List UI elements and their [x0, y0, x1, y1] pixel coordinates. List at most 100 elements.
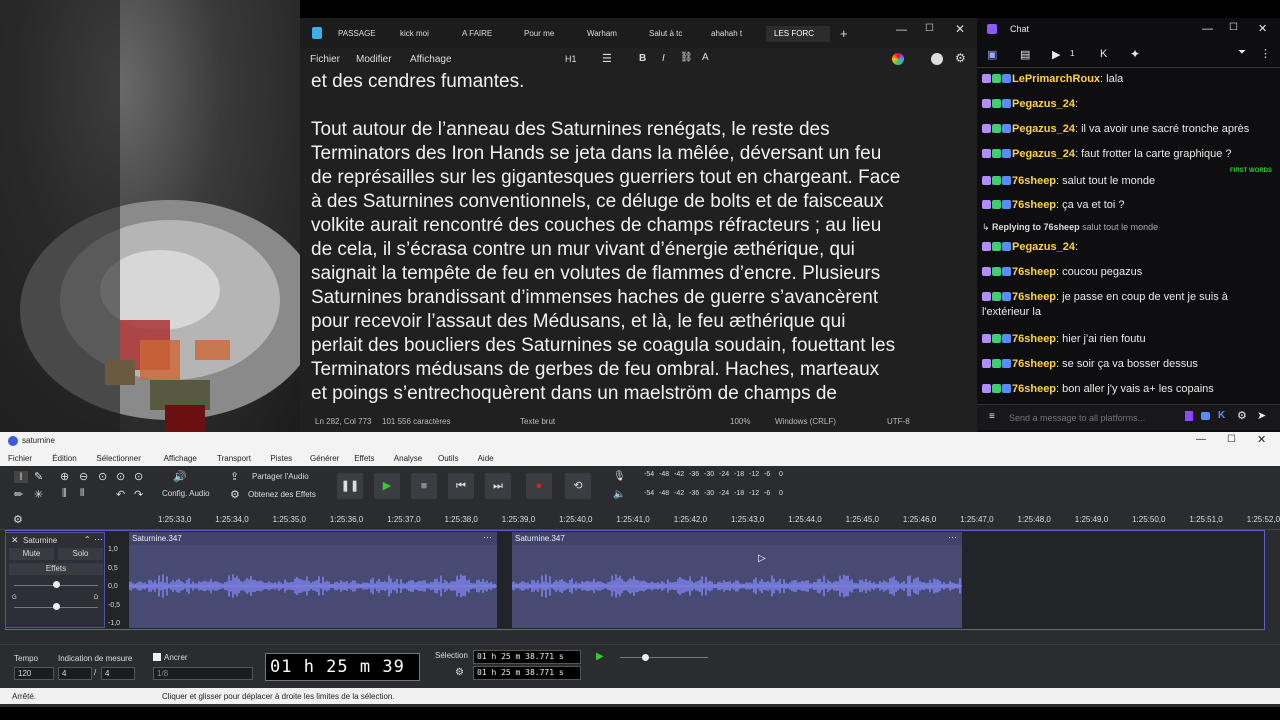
kick-platform-icon[interactable]: K	[1218, 410, 1225, 421]
share-icon[interactable]: ⇪	[230, 470, 239, 483]
skip-start-button[interactable]: ⏮	[448, 473, 474, 499]
menu-affichage[interactable]: Affichage	[410, 54, 452, 65]
timeline-ruler[interactable]: ⚙ 1:25:33,0 1:25:34,0 1:25:35,0 1:25:36,0 1:…	[0, 510, 1280, 530]
menu-item[interactable]: Affichage	[164, 454, 197, 463]
youtube-icon[interactable]	[1201, 412, 1210, 420]
settings-icon[interactable]: ⚙	[1237, 409, 1247, 422]
sparkle-icon[interactable]: ✦	[1130, 47, 1140, 61]
more-icon[interactable]: ⋮	[1260, 47, 1271, 60]
chat-bubble-icon[interactable]: ▣	[987, 48, 997, 61]
loop-button[interactable]: ⟲	[565, 473, 591, 499]
maximize-icon[interactable]: ☐	[925, 23, 934, 34]
selection-start[interactable]: 01 h 25 m 38.771 s	[473, 650, 581, 664]
menu-item[interactable]: Pistes	[270, 454, 292, 463]
zoom-toggle-icon[interactable]: ⊙	[134, 470, 143, 483]
close-icon[interactable]: ✕	[1258, 22, 1267, 35]
get-effects-button[interactable]: Obtenez des Effets	[248, 490, 316, 499]
speed-slider-thumb[interactable]	[642, 654, 649, 661]
playback-meter[interactable]: -54 -48 -42 -36 -30 -24 -18 -12 -6 0	[644, 490, 794, 500]
maximize-icon[interactable]: ☐	[1227, 434, 1236, 445]
track-collapse-icon[interactable]: ⌃	[84, 535, 91, 544]
chat-username[interactable]: 76sheep	[1012, 291, 1056, 303]
gain-slider-thumb[interactable]	[53, 581, 60, 588]
solo-button[interactable]: Solo	[58, 548, 103, 560]
clip-menu-icon[interactable]: ⋯	[948, 532, 957, 543]
zoom-out-icon[interactable]: ⊖	[79, 470, 88, 483]
account-icon[interactable]	[931, 53, 943, 65]
chat-username[interactable]: 76sheep	[1012, 199, 1056, 211]
selection-tool-icon[interactable]: I	[14, 471, 28, 483]
maximize-icon[interactable]: ☐	[1229, 22, 1238, 33]
record-button[interactable]: ●	[526, 473, 552, 499]
menu-item[interactable]: Édition	[52, 454, 76, 463]
twitch-icon[interactable]	[1185, 411, 1193, 421]
chat-username[interactable]: Pegazus_24	[1012, 148, 1075, 160]
chat-input[interactable]	[1009, 409, 1179, 427]
audio-clip-2[interactable]: Saturnine.347 ⋯	[512, 532, 962, 628]
bold-icon[interactable]: B	[639, 53, 646, 64]
chat-username[interactable]: 76sheep	[1012, 333, 1056, 345]
zoom-fit-icon[interactable]: ⊙	[116, 470, 125, 483]
audio-setup-icon[interactable]: 🔊	[173, 470, 187, 483]
chat-username[interactable]: Pegazus_24	[1012, 98, 1075, 110]
close-icon[interactable]: ✕	[955, 22, 965, 36]
tab-salut[interactable]: Salut à tc	[649, 26, 682, 42]
selection-end[interactable]: 01 h 25 m 38.771 s	[473, 666, 581, 680]
play-button[interactable]: ▶	[374, 473, 400, 499]
clear-format-icon[interactable]: A	[702, 52, 709, 63]
clip-name-1[interactable]: Saturnine.347	[129, 532, 497, 545]
menu-modifier[interactable]: Modifier	[356, 54, 392, 65]
zoom-sel-icon[interactable]: ⊙	[98, 470, 107, 483]
time-display[interactable]: 01 h 25 m 39 s	[265, 653, 420, 703]
draw-tool-icon[interactable]: ✏	[14, 488, 23, 501]
silence-icon[interactable]: ⫴	[80, 488, 84, 499]
skip-end-button[interactable]: ⏭	[485, 473, 511, 499]
menu-item[interactable]: Transport	[217, 454, 251, 463]
track-menu-icon[interactable]: ⋯	[94, 534, 103, 545]
clip-menu-icon[interactable]: ⋯	[483, 532, 492, 543]
meter-denominator[interactable]: 4	[101, 667, 135, 680]
menu-item[interactable]: Sélectionner	[96, 454, 140, 463]
menu-item[interactable]: Outils	[438, 454, 458, 463]
effects-button[interactable]: Effets	[9, 563, 103, 575]
effects-icon[interactable]: ⚙	[230, 488, 240, 501]
link-icon[interactable]: ⛓	[680, 52, 693, 63]
tab-warham[interactable]: Warham	[587, 26, 617, 42]
tab-kick-moi[interactable]: kick moi	[400, 26, 429, 42]
chat-username[interactable]: 76sheep	[1012, 175, 1056, 187]
copilot-icon[interactable]	[892, 53, 904, 65]
minimize-icon[interactable]: —	[1196, 434, 1206, 445]
snap-select[interactable]: 1/8	[153, 667, 253, 680]
play-at-speed-icon[interactable]: ▶	[596, 651, 604, 662]
menu-item[interactable]: Effets	[354, 454, 374, 463]
heading-dropdown[interactable]: H1	[565, 54, 577, 64]
envelope-tool-icon[interactable]: ✎	[34, 470, 43, 483]
meter-numerator[interactable]: 4	[58, 667, 92, 680]
undo-icon[interactable]: ↶	[116, 488, 125, 501]
tempo-field[interactable]: 120	[14, 667, 54, 680]
minimize-icon[interactable]: —	[1202, 23, 1213, 35]
italic-icon[interactable]: I	[662, 53, 665, 64]
chat-username[interactable]: 76sheep	[1012, 383, 1056, 395]
chat-username[interactable]: LePrimarchRoux	[1012, 73, 1100, 85]
snap-checkbox[interactable]	[153, 653, 161, 661]
menu-item[interactable]: Générer	[310, 454, 339, 463]
chat-username[interactable]: 76sheep	[1012, 266, 1056, 278]
video-icon[interactable]: ▶	[1052, 48, 1060, 61]
trim-icon[interactable]: ⫼	[62, 488, 67, 499]
chat-username[interactable]: Pegazus_24	[1012, 241, 1075, 253]
chat-username[interactable]: Pegazus_24	[1012, 123, 1075, 135]
message-icon[interactable]: ▤	[1020, 48, 1030, 61]
tab-a-faire[interactable]: A FAIRE	[462, 26, 492, 42]
document-text[interactable]: et des cendres fumantes. Tout autour de l…	[311, 70, 961, 406]
tab-ahahah[interactable]: ahahah t	[711, 26, 742, 42]
menu-fichier[interactable]: Fichier	[310, 54, 340, 65]
list-icon[interactable]: ☰	[602, 52, 612, 65]
send-icon[interactable]: ➤	[1257, 409, 1266, 422]
menu-item[interactable]: Aide	[478, 454, 494, 463]
record-meter[interactable]: -54 -48 -42 -36 -30 -24 -18 -12 -6 0	[644, 471, 794, 481]
stop-button[interactable]: ■	[411, 473, 437, 499]
new-tab-icon[interactable]: +	[840, 26, 848, 41]
filter-icon[interactable]: ⏷	[1238, 47, 1246, 58]
close-icon[interactable]: ✕	[1257, 433, 1266, 446]
